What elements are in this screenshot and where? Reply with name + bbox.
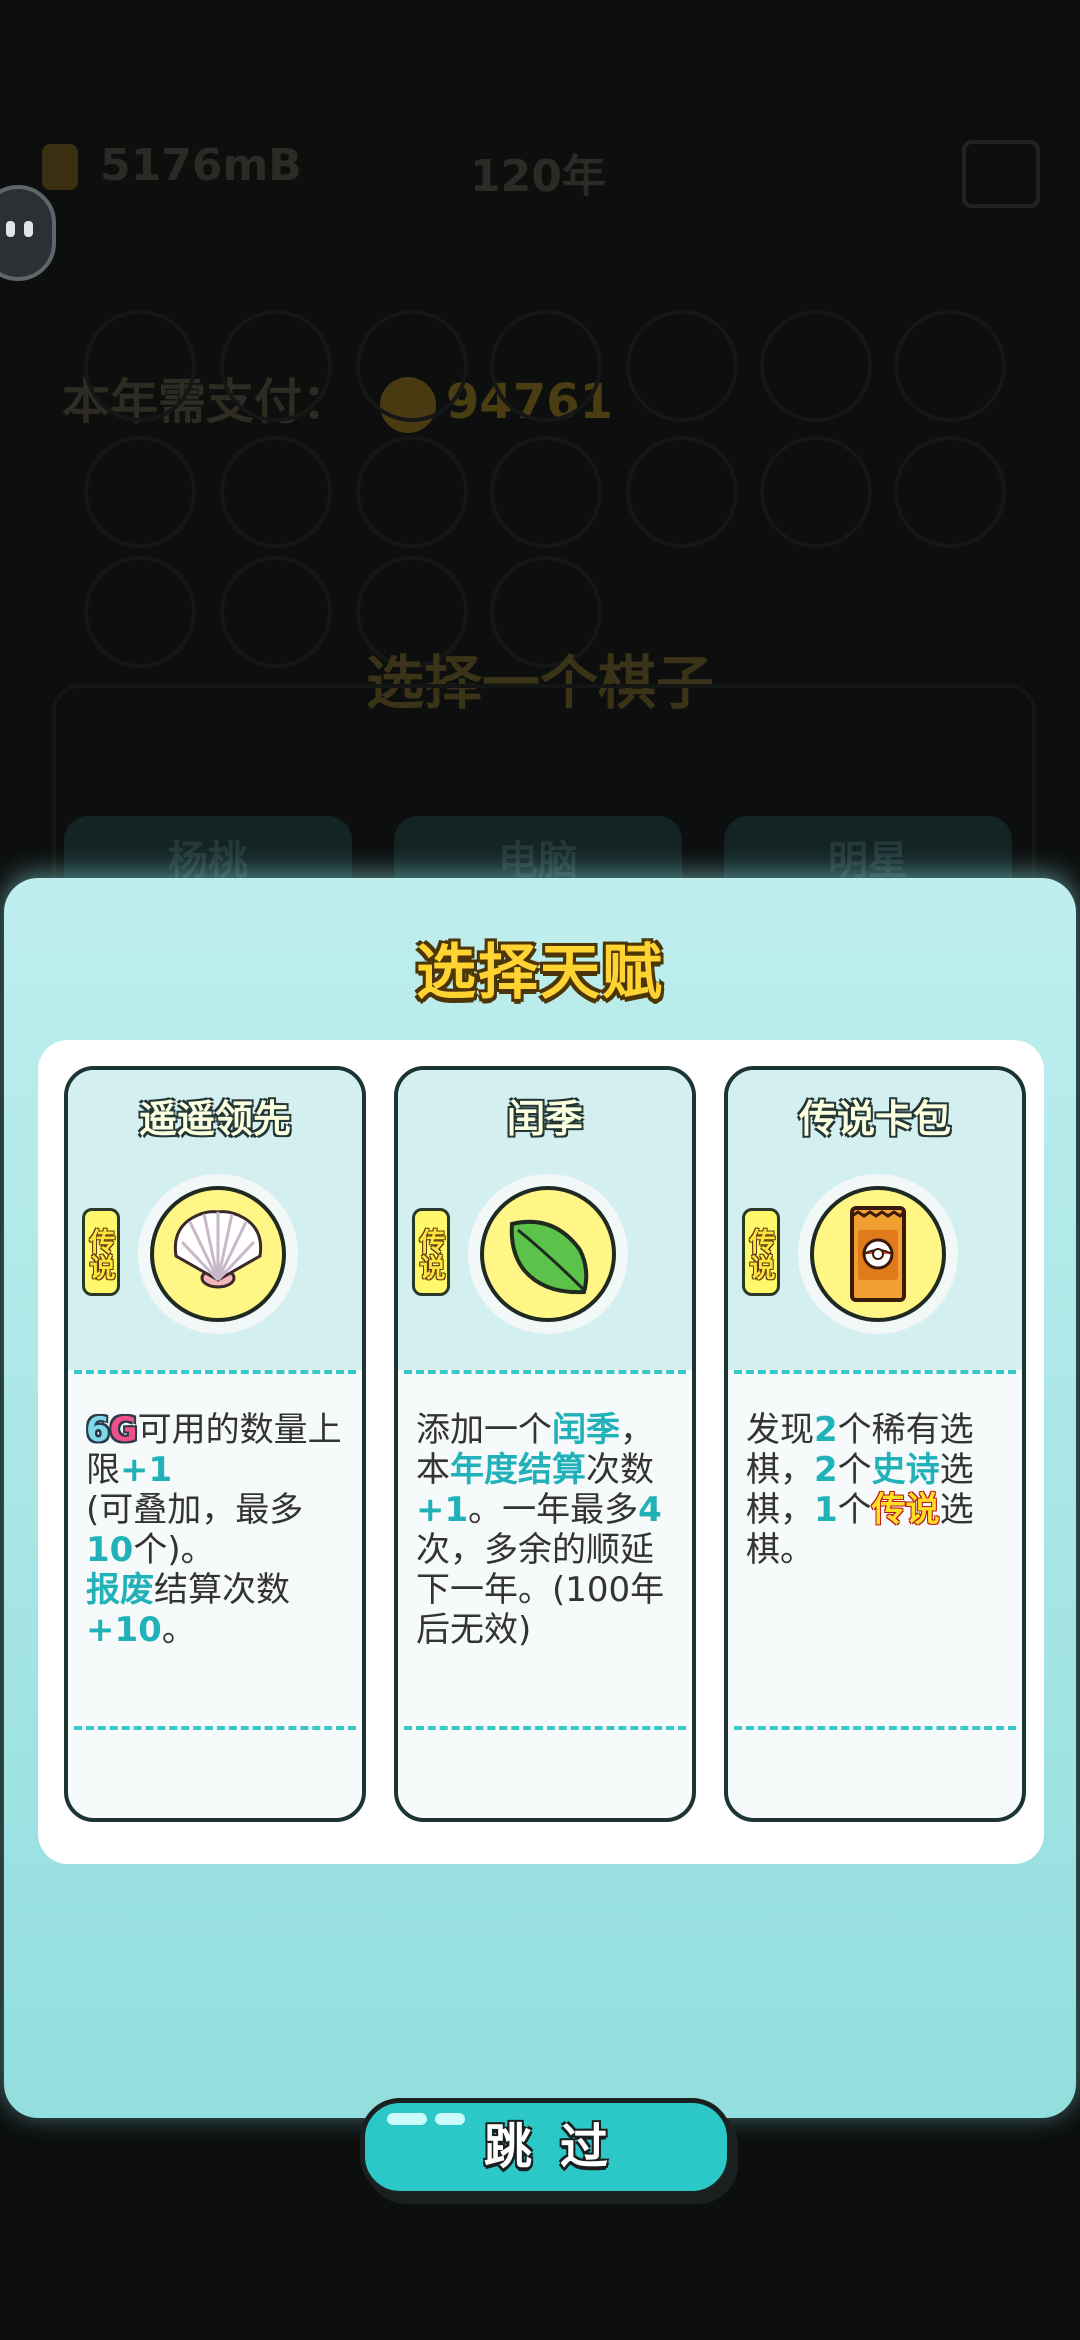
piece-slot [760, 436, 872, 548]
bag-icon [962, 140, 1040, 208]
talent-icon-frame [138, 1174, 298, 1334]
piece-slot [220, 436, 332, 548]
card-header: 遥遥领先 传说 [68, 1070, 362, 1370]
rarity-badge: 传说 [412, 1208, 450, 1296]
divider [74, 1370, 356, 1374]
skip-label: 跳过 [483, 2119, 636, 2175]
talent-description: 添加一个闰季，本年度结算次数+1。一年最多4次，多余的顺延下一年。(100年后无… [416, 1410, 665, 1650]
rarity-badge: 传说 [742, 1208, 780, 1296]
piece-slot [760, 310, 872, 422]
talent-name: 遥遥领先 [138, 1097, 291, 1141]
divider [404, 1726, 686, 1730]
shell-icon [150, 1186, 286, 1322]
piece-slot [490, 436, 602, 548]
talent-name: 闰季 [506, 1097, 583, 1141]
year-value: 120年 [470, 151, 606, 202]
card-pack-icon [810, 1186, 946, 1322]
talent-description: 6G可用的数量上限+1 (可叠加，最多 10个)。 报废结算次数 +10。 [86, 1410, 342, 1650]
top-hud: 5176mB 120年 [0, 140, 1080, 208]
talent-name: 传说卡包 [798, 1097, 951, 1141]
piece-slot [490, 310, 602, 422]
talent-dialog: 选择天赋 遥遥领先 传说 6G可用的数量上限+1 (可叠加，最多 10个)。 报… [4, 878, 1076, 2196]
talent-panel: 遥遥领先 传说 6G可用的数量上限+1 (可叠加，最多 10个)。 报废结算次数 +10… [38, 1040, 1044, 2196]
money-value: 5176mB [100, 140, 302, 191]
piece-slot [220, 310, 332, 422]
talent-card-lead[interactable]: 遥遥领先 传说 6G可用的数量上限+1 (可叠加，最多 10个)。 报废结算次数 +10… [64, 1066, 366, 1822]
piece-slot [356, 310, 468, 422]
money-icon [42, 144, 78, 190]
piece-slot [84, 310, 196, 422]
dialog-title: 选择天赋 [416, 938, 664, 1008]
divider [404, 1370, 686, 1374]
talent-card-legend-pack[interactable]: 传说卡包 传说 发现2个稀有选棋，2个史诗选棋，1个传说选棋。 [724, 1066, 1026, 1822]
avatar [0, 185, 56, 281]
rarity-badge: 传说 [82, 1208, 120, 1296]
leaf-icon [480, 1186, 616, 1322]
skip-button[interactable]: 跳过 [360, 2098, 732, 2196]
talent-description: 发现2个稀有选棋，2个史诗选棋，1个传说选棋。 [746, 1410, 974, 1570]
talent-icon-frame [468, 1174, 628, 1334]
card-header: 传说卡包 传说 [728, 1070, 1022, 1370]
divider [734, 1726, 1016, 1730]
divider [734, 1370, 1016, 1374]
piece-slot [626, 436, 738, 548]
card-header: 闰季 传说 [398, 1070, 692, 1370]
piece-slot [84, 436, 196, 548]
talent-card-leap-season[interactable]: 闰季 传说 添加一个闰季，本年度结算次数+1。一年最多4次，多余的顺延下一年。(… [394, 1066, 696, 1822]
piece-slot [894, 310, 1006, 422]
piece-slot [626, 310, 738, 422]
talent-icon-frame [798, 1174, 958, 1334]
divider [74, 1726, 356, 1730]
piece-slot [894, 436, 1006, 548]
piece-slot [356, 436, 468, 548]
